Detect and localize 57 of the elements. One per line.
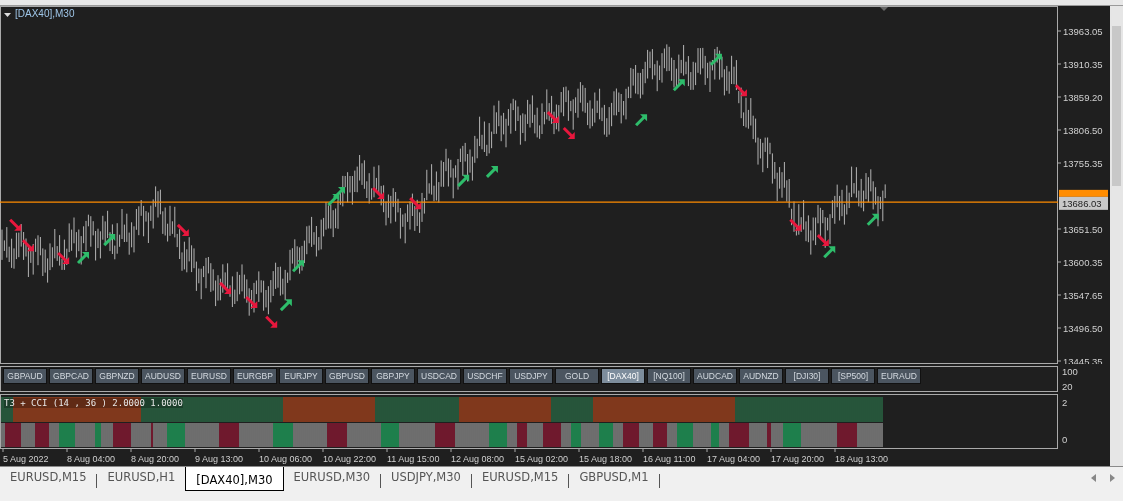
symbol-button[interactable]: USDJPY <box>509 367 553 384</box>
symbol-button[interactable]: EURUSD <box>187 367 231 384</box>
time-axis-label: 9 Aug 13:00 <box>195 453 244 464</box>
price-axis-label: 13547.65 <box>1063 289 1103 301</box>
time-axis-label: 10 Aug 22:00 <box>323 453 377 464</box>
symbol-button[interactable]: AUDUSD <box>141 367 185 384</box>
chart-tab[interactable]: EURUSD,M15 <box>471 467 569 488</box>
price-axis-label: 13496.50 <box>1063 322 1103 334</box>
time-axis-label: 10 Aug 06:00 <box>259 453 313 464</box>
chart-tab[interactable]: [DAX40],M30 <box>185 467 284 492</box>
time-axis-label: 8 Aug 04:00 <box>67 453 116 464</box>
symbol-button[interactable]: [NQ100] <box>647 367 691 384</box>
symbol-button[interactable]: GBPAUD <box>3 367 47 384</box>
symbol-button[interactable]: EURGBP <box>233 367 277 384</box>
symbol-button[interactable]: EURJPY <box>279 367 323 384</box>
indicator-title: T3 + CCI (14 , 36 ) 2.0000 1.0000 <box>4 397 183 408</box>
symbol-button[interactable]: GBPJPY <box>371 367 415 384</box>
symbol-button[interactable]: GBPUSD <box>325 367 369 384</box>
price-axis-label: 13806.50 <box>1063 124 1103 136</box>
symbol-button[interactable]: AUDNZD <box>739 367 783 384</box>
chart-tab[interactable]: GBPUSD,M1 <box>569 467 659 488</box>
time-axis-label: 8 Aug 20:00 <box>131 453 180 464</box>
price-axis-label: 13755.35 <box>1063 157 1103 169</box>
symbol-button[interactable]: USDCHF <box>463 367 507 384</box>
price-axis-label: 13963.05 <box>1063 25 1103 37</box>
price-axis-label: 13600.35 <box>1063 256 1103 268</box>
symbol-button[interactable]: [DAX40] <box>601 367 645 384</box>
price-axis-label: 13445.35 <box>1063 355 1103 364</box>
symbol-button[interactable]: GBPCAD <box>49 367 93 384</box>
time-axis-label: 18 Aug 13:00 <box>835 453 889 464</box>
chart-tab[interactable]: EURUSD,M30 <box>283 467 381 488</box>
indicator-axis-label: 0 <box>1062 433 1069 445</box>
time-axis-label: 16 Aug 11:00 <box>643 453 696 464</box>
chart-tab[interactable]: EURUSD,M15 <box>0 467 97 488</box>
time-axis-label: 15 Aug 18:00 <box>579 453 633 464</box>
price-axis-label: 13910.35 <box>1063 58 1103 70</box>
symbol-button[interactable]: GBPNZD <box>95 367 139 384</box>
symbol-button[interactable]: AUDCAD <box>693 367 737 384</box>
symbol-button[interactable]: USDCAD <box>417 367 461 384</box>
chart-symbol-title: [DAX40],M30 <box>15 7 75 19</box>
time-axis-label: 15 Aug 02:00 <box>515 453 569 464</box>
time-axis-label: 11 Aug 15:00 <box>387 453 440 464</box>
chart-tab[interactable]: EURUSD,H1 <box>97 467 186 488</box>
price-axis-label: 13651.50 <box>1063 223 1103 235</box>
time-axis-label: 5 Aug 2022 <box>3 453 49 464</box>
symbol-button[interactable]: [DJI30] <box>785 367 829 384</box>
symbol-button[interactable]: EURAUD <box>877 367 921 384</box>
time-axis-label: 17 Aug 04:00 <box>707 453 761 464</box>
panel-axis-label: 100 <box>1062 365 1079 377</box>
indicator-axis-label: 2 <box>1062 396 1069 408</box>
chart-tab[interactable]: USDJPY,M30 <box>381 467 471 488</box>
time-axis-label: 17 Aug 20:00 <box>771 453 825 464</box>
time-axis-label: 12 Aug 08:00 <box>451 453 505 464</box>
symbol-button[interactable]: GOLD <box>555 367 599 384</box>
symbol-button[interactable]: [SP500] <box>831 367 875 384</box>
panel-axis-label: 20 <box>1062 380 1074 392</box>
price-axis-label: 13859.20 <box>1063 91 1103 103</box>
